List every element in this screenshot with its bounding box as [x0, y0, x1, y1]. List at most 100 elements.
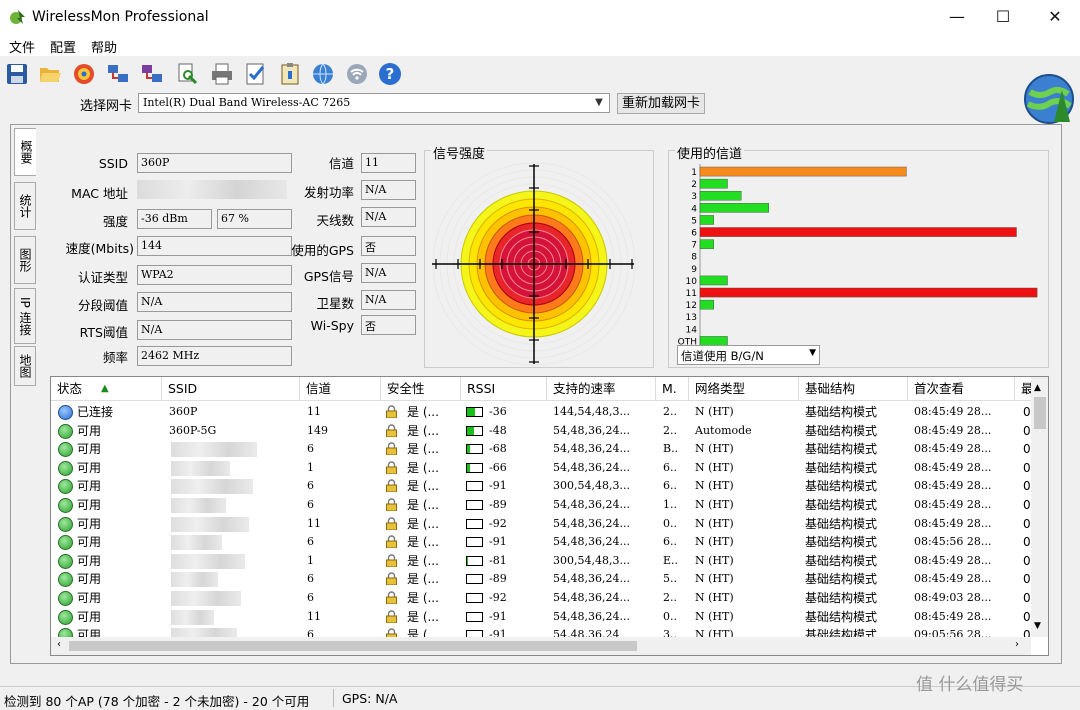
column-header[interactable]: M.	[656, 377, 689, 401]
tab-summary[interactable]: 概要	[14, 128, 36, 176]
scroll-thumb[interactable]	[1034, 397, 1046, 429]
frag-label: 分段阈值	[77, 298, 128, 313]
chevron-down-icon[interactable]: ▼	[591, 95, 607, 111]
close-button[interactable]: ✕	[1032, 0, 1078, 34]
reload-adapter-button[interactable]: 重新加载网卡	[617, 93, 705, 114]
maximize-button[interactable]: ☐	[980, 0, 1026, 34]
globe-network-icon[interactable]	[311, 62, 335, 86]
channel-tick-label: 13	[686, 313, 697, 323]
chevron-right-icon[interactable]: ›	[1015, 639, 1019, 650]
table-row[interactable]: 可用 6 是 (... -91 54,48,36,24... 6.. N (HT) 基础结构模…	[51, 533, 1031, 552]
save-icon[interactable]	[5, 62, 29, 86]
channel-bar	[699, 203, 770, 213]
column-header[interactable]: 基础结构	[799, 377, 908, 401]
channel-cell: 11	[307, 516, 321, 530]
vertical-scrollbar[interactable]: ▲ ▼	[1031, 377, 1048, 637]
channel-tick-label: 1	[691, 168, 697, 178]
clipboard-icon[interactable]	[278, 62, 302, 86]
menu-file[interactable]: 文件	[9, 37, 35, 56]
target-icon[interactable]	[72, 62, 96, 86]
column-header[interactable]: 网络类型	[689, 377, 799, 401]
network-type-cell: N (HT)	[695, 405, 734, 418]
tab-graph[interactable]: 图形	[14, 236, 36, 284]
m-cell: 2..	[663, 591, 677, 604]
table-row[interactable]: 已连接 360P 11 是 (... -36 144,54,48,3... 2.. N (HT…	[51, 403, 1031, 422]
tab-ip-connection[interactable]: IP 连接	[14, 288, 36, 344]
channel-mode-select[interactable]: 信道使用 B/G/N ▼	[677, 345, 820, 365]
rssi-meter	[466, 555, 483, 566]
status-divider	[333, 689, 334, 707]
network-type-cell: N (HT)	[695, 498, 734, 511]
ssid-redacted	[171, 553, 245, 569]
network-icon[interactable]	[106, 62, 130, 86]
table-row[interactable]: 可用 11 是 (... -92 54,48,36,24... 0.. N (HT) 基础结构…	[51, 515, 1031, 534]
table-row[interactable]: 可用 1 是 (... -81 300,54,48,3... E.. N (HT) 基础结构模…	[51, 552, 1031, 571]
column-header[interactable]: SSID	[162, 377, 300, 401]
table-row[interactable]: 可用 6 是 (... -89 54,48,36,24... 1.. N (HT) 基础结构模…	[51, 496, 1031, 515]
channel-cell: 1	[307, 460, 314, 474]
channel-mode-value: 信道使用 B/G/N	[681, 349, 764, 363]
app-icon	[10, 10, 25, 24]
column-header[interactable]: 首次查看	[908, 377, 1015, 401]
menu-help[interactable]: 帮助	[91, 37, 117, 56]
table-body: 已连接 360P 11 是 (... -36 144,54,48,3... 2.. N (HT…	[51, 403, 1031, 644]
table-row[interactable]: 可用 6 是 (... -89 54,48,36,24... 5.. N (HT) 基础结构模…	[51, 570, 1031, 589]
table-row[interactable]: 可用 1 是 (... -66 54,48,36,24... 6.. N (HT) 基础结构模…	[51, 459, 1031, 478]
rates-cell: 54,48,36,24...	[553, 591, 630, 604]
sort-ascending-icon[interactable]: ▲	[101, 383, 109, 394]
help-icon[interactable]: ?	[378, 62, 402, 86]
infrastructure-cell: 基础结构模式	[805, 535, 878, 550]
window-title: WirelessMon Professional	[32, 9, 209, 25]
tab-map[interactable]: 地图	[14, 346, 36, 386]
column-header[interactable]: RSSI	[461, 377, 547, 401]
channel-cell: 149	[307, 423, 328, 437]
antenna-label: 天线数	[316, 213, 354, 228]
table-row[interactable]: 可用 6 是 (... -68 54,48,36,24... B.. N (HT) 基础结构模…	[51, 440, 1031, 459]
status-cell: 已连接	[77, 405, 114, 419]
security-cell: 是 (...	[407, 498, 439, 512]
table-row[interactable]: 可用 6 是 (... -91 300,54,48,3... 6.. N (HT) 基础结构模…	[51, 477, 1031, 496]
checklist-icon[interactable]	[244, 62, 268, 86]
wifi-icon[interactable]	[345, 62, 369, 86]
print-preview-icon[interactable]	[175, 62, 199, 86]
table-row[interactable]: 可用 11 是 (... -91 54,48,36,24... 0.. N (HT) 基础结构…	[51, 608, 1031, 627]
print-icon[interactable]	[210, 62, 234, 86]
available-status-icon	[58, 423, 73, 439]
menu-config[interactable]: 配置	[50, 37, 76, 56]
status-cell: 可用	[77, 460, 102, 475]
chevron-down-icon[interactable]: ▼	[1034, 621, 1041, 631]
horizontal-scrollbar[interactable]: ‹ ›	[51, 637, 1031, 655]
folder-open-icon[interactable]	[38, 62, 62, 86]
minimize-button[interactable]: —	[934, 0, 980, 34]
ssid-redacted	[171, 498, 226, 513]
mac-label: MAC 地址	[71, 186, 128, 201]
strength-dbm-field: -36 dBm	[137, 209, 212, 229]
first-seen-cell: 08:49:03 28...	[914, 591, 992, 604]
column-header[interactable]: 安全性	[381, 377, 461, 401]
rts-field: N/A	[137, 320, 292, 340]
chevron-up-icon[interactable]: ▲	[1034, 383, 1041, 393]
lock-icon	[386, 572, 397, 586]
table-row[interactable]: 可用 6 是 (... -92 54,48,36,24... 2.. N (HT) 基础结构模…	[51, 589, 1031, 608]
gps-used-field: 否	[361, 236, 416, 256]
antenna-field: N/A	[361, 207, 416, 227]
column-header[interactable]: 信道	[300, 377, 381, 401]
scroll-thumb-h[interactable]	[69, 641, 637, 651]
ssid-redacted	[171, 609, 214, 625]
available-status-icon	[58, 479, 73, 495]
ap-table[interactable]: 状态 ▲ SSID 信道 安全性 RSSI 支持的速率 M. 网络类型 基础结构 首次查看最 已连接…	[50, 376, 1049, 656]
chevron-down-icon[interactable]: ▼	[809, 348, 816, 358]
channel-bar	[699, 299, 714, 310]
gps-signal-label: GPS信号	[303, 269, 354, 284]
first-seen-cell: 08:45:56 28...	[914, 535, 992, 549]
adapter-select[interactable]: Intel(R) Dual Band Wireless-AC 7265 ▼	[138, 93, 610, 113]
m-cell: 0..	[663, 609, 677, 623]
chevron-left-icon[interactable]: ‹	[57, 639, 61, 650]
tab-statistics[interactable]: 统计	[14, 182, 36, 230]
security-cell: 是 (...	[407, 423, 439, 438]
ssid-cell: 360P-5G	[169, 423, 217, 437]
network-export-icon[interactable]	[140, 62, 164, 86]
channel-cell: 1	[307, 553, 314, 567]
column-header[interactable]: 支持的速率	[547, 377, 656, 401]
table-row[interactable]: 可用 360P-5G 149 是 (... -48 54,48,36,24... 2.. Au…	[51, 422, 1031, 441]
